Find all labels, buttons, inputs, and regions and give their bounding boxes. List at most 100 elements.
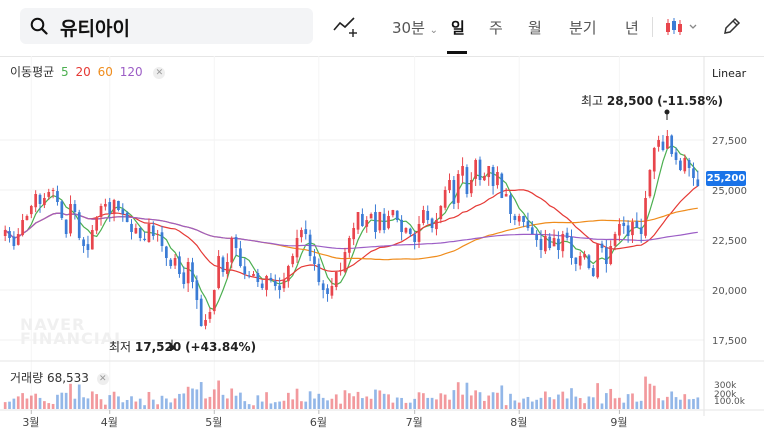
volume-tick-label: 100.0k [714,397,746,407]
volume-bar [38,397,42,409]
candle-body [574,257,578,264]
candle-body [487,166,491,178]
close-volume-icon[interactable]: ✕ [96,373,109,385]
candle-body [225,262,229,274]
candle-body [208,312,212,319]
volume-bar [86,398,90,409]
tab-week[interactable]: 주 [489,17,503,38]
candle-body [43,198,46,206]
volume-bar [504,405,508,409]
volume-bar [217,380,220,409]
volume-bar [487,395,491,409]
volume-bar [265,392,268,409]
volume-bar [160,395,164,409]
tab-day[interactable]: 일 [451,17,465,38]
candle-body [443,190,447,208]
draw-line-icon[interactable] [332,14,358,38]
x-tick-label: 5월 [205,416,222,429]
volume-bar [147,391,151,409]
volume-bar [465,382,469,409]
volume-bar [99,399,103,409]
ma-5: 5 [61,65,69,79]
low-annotation: 최저 17,520 (+43.84%) [109,338,256,355]
volume-bar [591,397,595,409]
volume-bar [169,402,173,409]
candle-body [273,281,277,286]
scale-mode[interactable]: Linear [712,67,746,80]
volume-bar [361,398,364,409]
candle-body [430,218,434,228]
candle-body [570,236,573,258]
candle-chart-icon[interactable] [664,17,700,37]
candle-body [496,172,499,186]
volume-bar [199,382,203,409]
candle-body [12,236,16,246]
candle-body [456,174,460,203]
candle-body [500,173,504,198]
volume-bar [225,398,229,409]
volume-bar [352,396,356,409]
volume-bar [356,391,360,409]
volume-bar [151,399,155,409]
candle-body [73,204,77,212]
close-ma-icon[interactable]: ✕ [153,67,166,79]
volume-bar [635,401,639,409]
candle-body [90,230,94,250]
volume-bar [452,390,456,409]
candle-body [25,216,29,221]
volume-bar [448,399,451,409]
candle-body [178,256,181,274]
candle-body [530,227,534,234]
volume-bar [644,376,647,409]
candle-body [339,270,342,271]
ma-label: 이동평균 [10,65,55,79]
candle-body [199,298,203,326]
candle-body [326,288,329,294]
volume-bar [286,392,290,409]
volume-bar [108,395,112,409]
search-query[interactable]: 유티아이 [60,14,130,41]
candle-body [657,140,660,147]
candle-body [596,244,599,278]
candle-body [38,194,42,204]
volume-bar [461,394,464,409]
volume-bar [687,399,691,409]
x-tick-label: 4월 [101,416,118,429]
volume-bar [565,398,569,409]
candle-body [334,272,338,288]
candle-body [321,283,325,290]
candle-body [648,170,652,197]
candle-body [60,201,64,218]
candle-body [352,228,356,240]
candle-body [670,135,674,154]
candle-body [256,273,260,282]
volume-bar [604,393,608,409]
candle-body [99,206,103,218]
tab-year[interactable]: 년 [625,17,639,38]
candle-body [395,210,399,220]
volume-bar [51,403,55,409]
candle-body [217,256,220,289]
volume-bar [557,394,560,409]
tab-month[interactable]: 월 [528,17,542,38]
tab-quarter[interactable]: 분기 [569,17,597,38]
price-chart[interactable]: 27,500 25,000 22,500 20,000 17,500 3월 4월 5월 6월 7월… [0,56,764,433]
candle-body [400,219,403,232]
candle-body [195,280,199,300]
candle-body [474,160,478,179]
candle-body [665,136,669,149]
x-tick-label: 9월 [610,416,627,429]
volume-bar [496,392,499,409]
volume-bar [574,396,578,409]
search-box[interactable]: 유티아이 [20,8,313,44]
ma-20: 20 [75,65,91,79]
period-selector[interactable]: 30분 ⌄ [392,17,438,38]
ma-line-120 [4,212,698,250]
candle-body [522,216,525,222]
candle-body [304,229,308,234]
candle-body [156,234,159,235]
pen-icon[interactable] [722,16,742,36]
volume-bar [252,405,255,409]
volume-bar [596,383,599,409]
volume-bar [273,402,277,409]
